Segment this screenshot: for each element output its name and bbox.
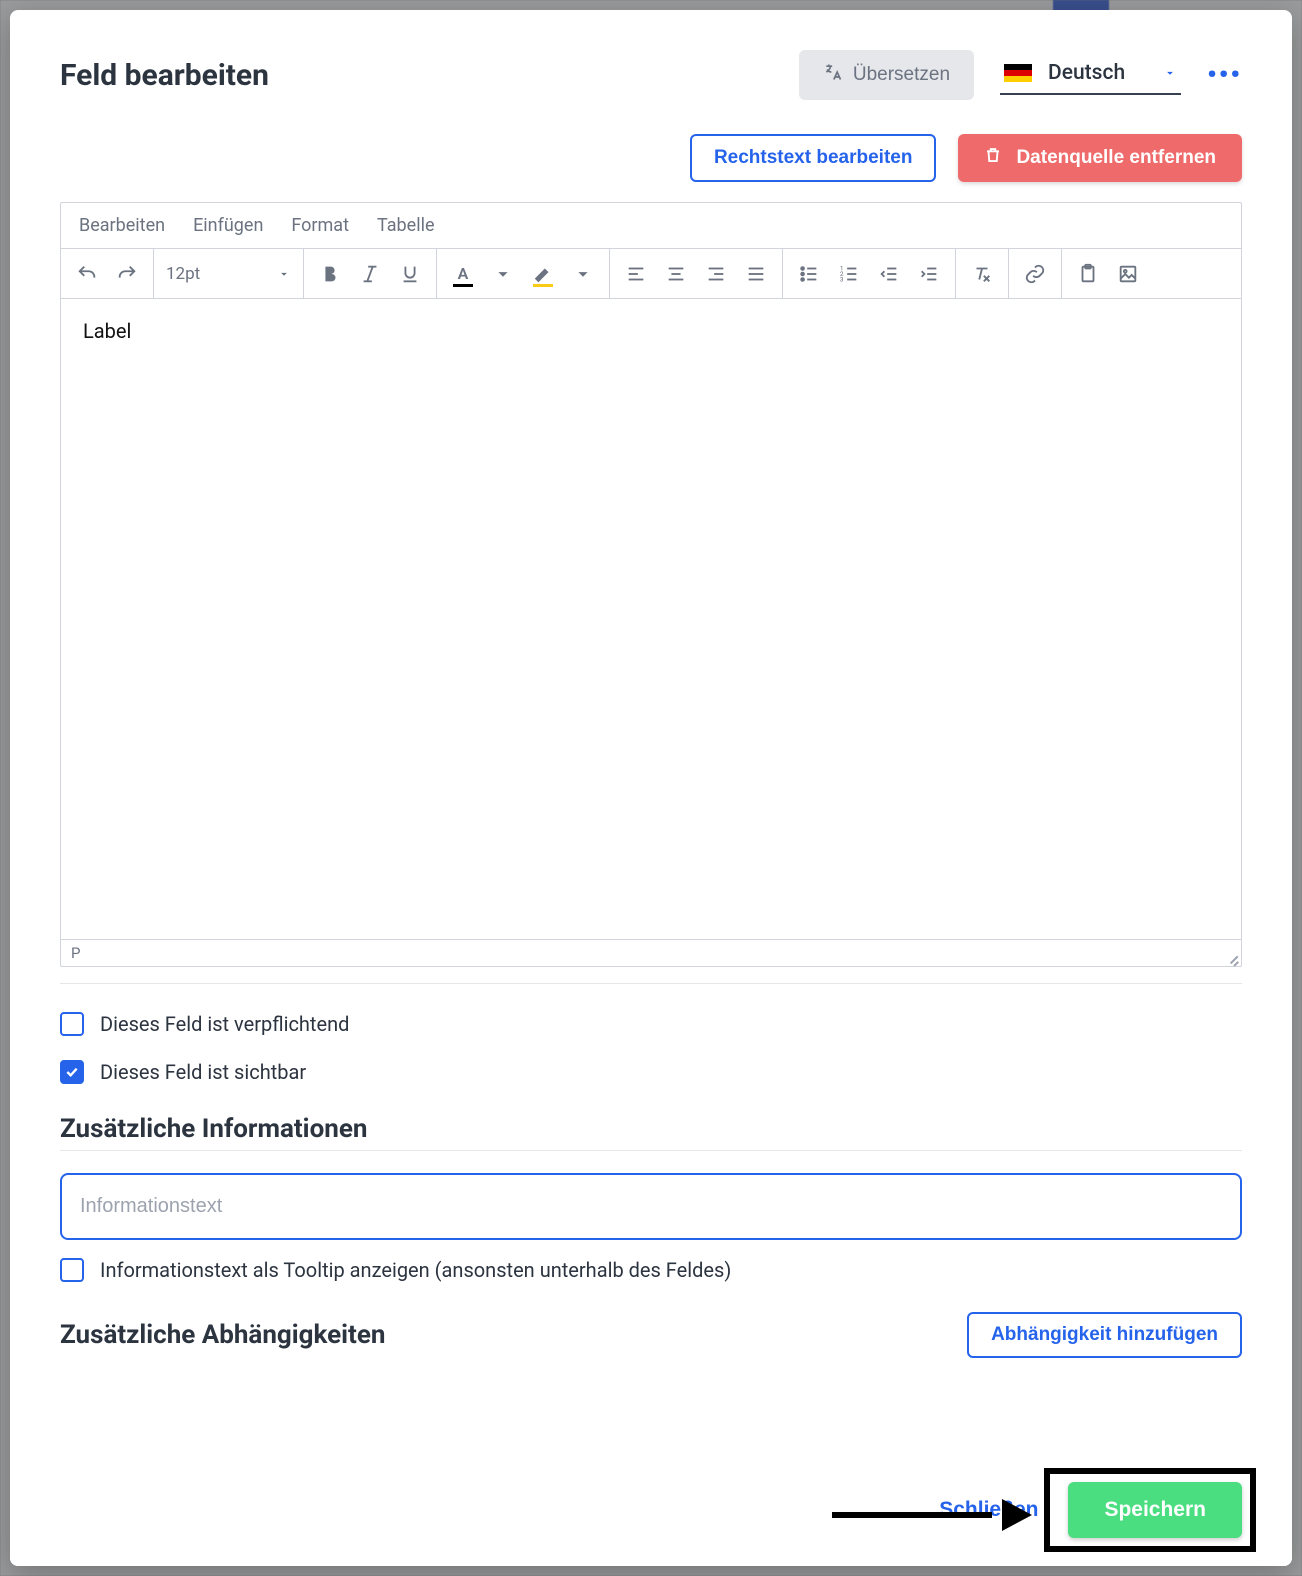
visible-checkbox-row[interactable]: Dieses Feld ist sichtbar	[60, 1060, 1242, 1084]
trash-icon	[984, 146, 1002, 170]
deps-section-heading: Zusätzliche Abhängigkeiten	[60, 1320, 385, 1350]
modal-title: Feld bearbeiten	[60, 58, 269, 93]
menu-edit[interactable]: Bearbeiten	[79, 215, 165, 236]
bullet-list-button[interactable]	[791, 256, 827, 292]
highlight-color-button[interactable]	[525, 256, 561, 292]
font-size-value: 12pt	[166, 264, 200, 284]
language-label: Deutsch	[1046, 61, 1149, 85]
outdent-button[interactable]	[871, 256, 907, 292]
info-text-input[interactable]	[60, 1173, 1242, 1240]
divider	[60, 983, 1242, 984]
font-size-select[interactable]: 12pt	[154, 249, 304, 298]
svg-text:3: 3	[840, 275, 844, 283]
tooltip-checkbox-row[interactable]: Informationstext als Tooltip anzeigen (a…	[60, 1258, 1242, 1282]
text-color-chevron[interactable]	[485, 256, 521, 292]
translate-button[interactable]: Übersetzen	[799, 50, 974, 100]
highlight-color-chevron[interactable]	[565, 256, 601, 292]
translate-icon	[823, 62, 843, 88]
editor-menubar: Bearbeiten Einfügen Format Tabelle	[61, 203, 1241, 249]
more-menu-button[interactable]: •••	[1207, 60, 1242, 90]
underline-button[interactable]	[392, 256, 428, 292]
align-right-button[interactable]	[698, 256, 734, 292]
redo-button[interactable]	[109, 256, 145, 292]
translate-label: Übersetzen	[853, 64, 950, 86]
visible-label: Dieses Feld ist sichtbar	[100, 1060, 306, 1084]
add-dependency-button[interactable]: Abhängigkeit hinzufügen	[967, 1312, 1242, 1358]
editor-path: P	[71, 944, 80, 962]
info-section-heading: Zusätzliche Informationen	[60, 1114, 1242, 1144]
bold-button[interactable]	[312, 256, 348, 292]
numbered-list-button[interactable]: 123	[831, 256, 867, 292]
save-button[interactable]: Speichern	[1068, 1482, 1242, 1538]
menu-format[interactable]: Format	[291, 215, 349, 236]
italic-button[interactable]	[352, 256, 388, 292]
menu-insert[interactable]: Einfügen	[193, 215, 263, 236]
checkbox-checked-icon	[60, 1060, 84, 1084]
clear-format-button[interactable]	[964, 256, 1000, 292]
text-color-button[interactable]: A	[445, 256, 481, 292]
checkbox-icon	[60, 1012, 84, 1036]
image-button[interactable]	[1110, 256, 1146, 292]
align-justify-button[interactable]	[738, 256, 774, 292]
checkbox-icon	[60, 1258, 84, 1282]
resize-handle-icon[interactable]	[1225, 950, 1239, 964]
edit-legal-button[interactable]: Rechtstext bearbeiten	[690, 134, 937, 182]
editor-toolbar: 12pt A	[61, 249, 1241, 299]
remove-datasource-button[interactable]: Datenquelle entfernen	[958, 134, 1242, 182]
tooltip-label: Informationstext als Tooltip anzeigen (a…	[100, 1258, 731, 1282]
menu-table[interactable]: Tabelle	[377, 215, 435, 236]
required-checkbox-row[interactable]: Dieses Feld ist verpflichtend	[60, 1012, 1242, 1036]
chevron-down-icon	[1163, 66, 1177, 80]
chevron-down-icon	[277, 267, 291, 281]
required-label: Dieses Feld ist verpflichtend	[100, 1012, 349, 1036]
editor-statusbar: P	[61, 939, 1241, 966]
rich-text-editor: Bearbeiten Einfügen Format Tabelle 12pt	[60, 202, 1242, 967]
paste-button[interactable]	[1070, 256, 1106, 292]
align-left-button[interactable]	[618, 256, 654, 292]
modal-footer: Schließen Speichern	[10, 1458, 1292, 1566]
remove-datasource-label: Datenquelle entfernen	[1016, 147, 1216, 169]
undo-button[interactable]	[69, 256, 105, 292]
edit-field-modal: Feld bearbeiten Übersetzen Deutsch ••• R…	[10, 10, 1292, 1566]
divider	[60, 1150, 1242, 1151]
flag-de-icon	[1004, 64, 1032, 82]
editor-content[interactable]: Label	[61, 299, 1241, 939]
align-center-button[interactable]	[658, 256, 694, 292]
language-select[interactable]: Deutsch	[1000, 55, 1181, 95]
indent-button[interactable]	[911, 256, 947, 292]
link-button[interactable]	[1017, 256, 1053, 292]
close-button[interactable]: Schließen	[939, 1498, 1038, 1522]
